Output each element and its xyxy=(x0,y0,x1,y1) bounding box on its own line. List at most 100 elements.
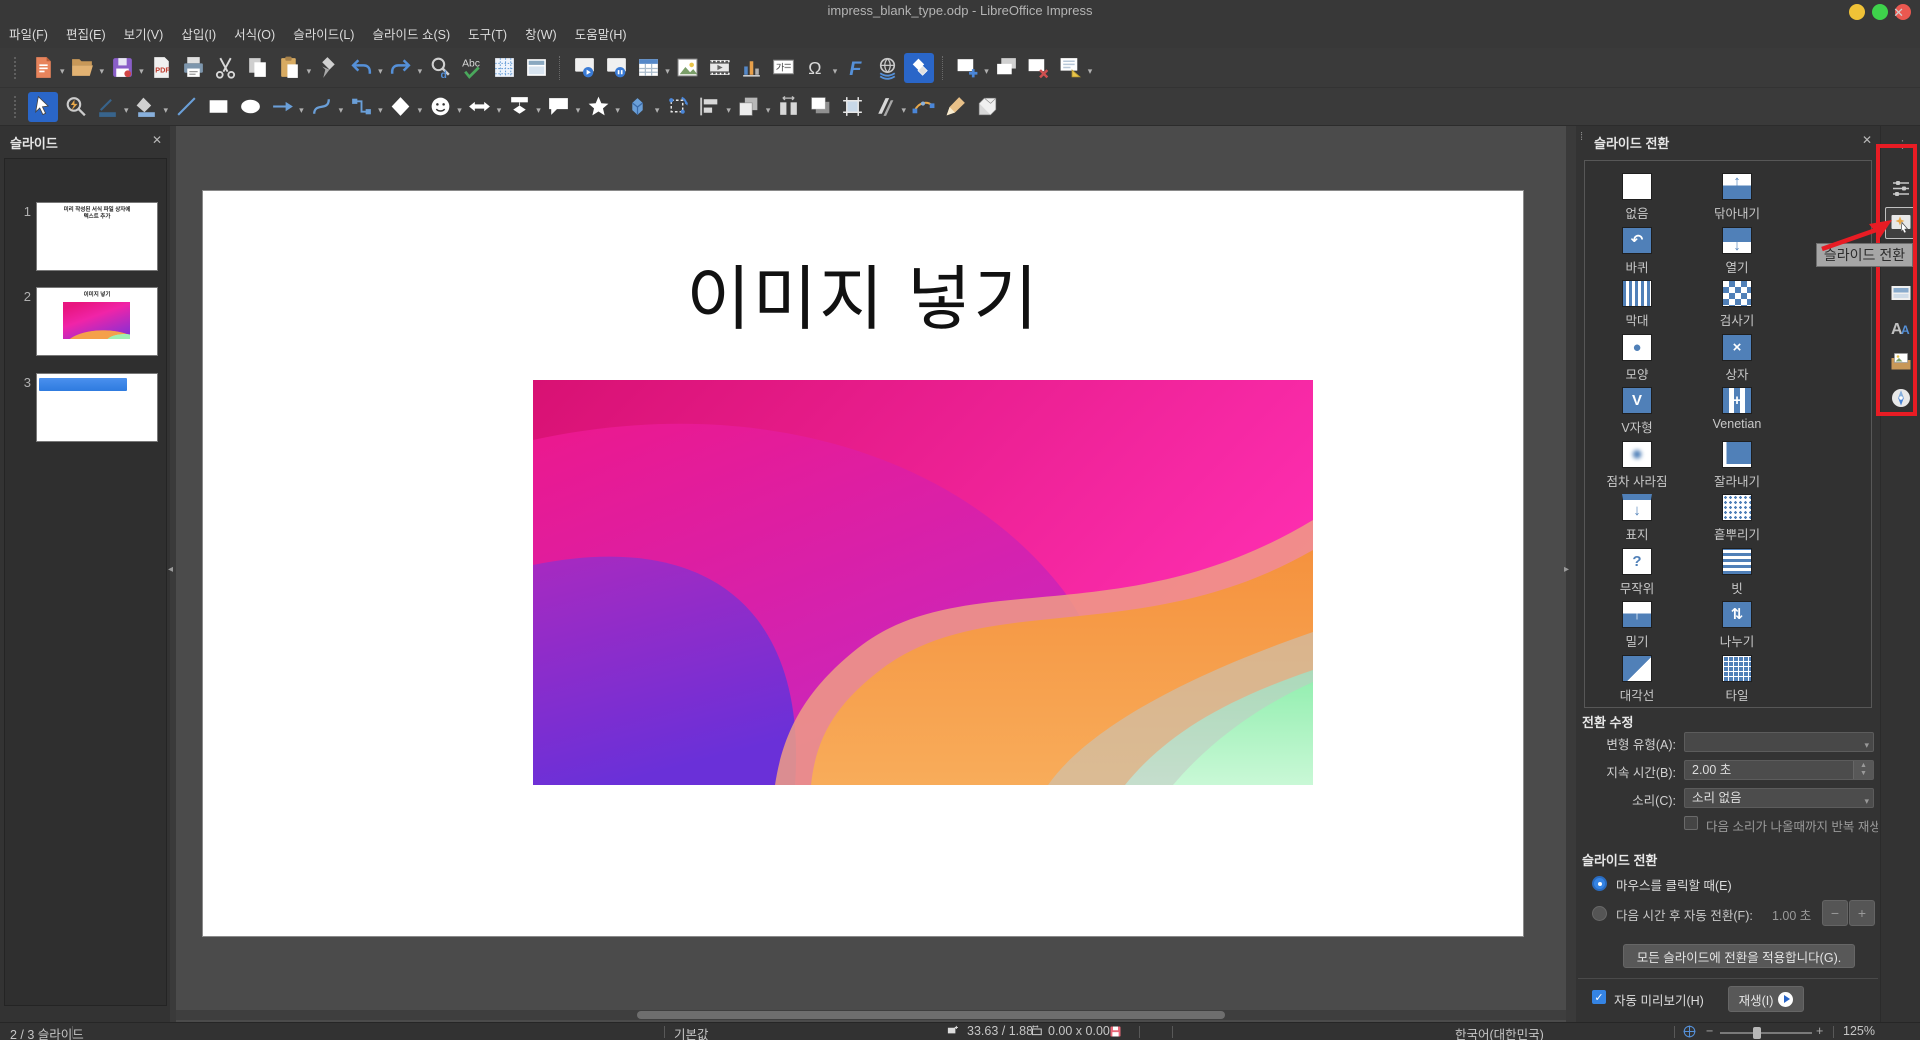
save-dropdown-icon[interactable]: ▾ xyxy=(139,66,144,77)
special-character-dropdown-icon[interactable]: ▾ xyxy=(833,66,838,77)
curves-polygons-dropdown-icon[interactable]: ▾ xyxy=(339,105,344,116)
basic-shapes-dropdown-icon[interactable]: ▾ xyxy=(418,105,423,116)
ellipse-button[interactable] xyxy=(235,92,265,122)
shadow-button[interactable] xyxy=(805,92,835,122)
select-button[interactable] xyxy=(28,91,58,122)
sidebar-tab-gallery[interactable] xyxy=(1889,350,1913,374)
transition-dissolve[interactable]: 흩뿌리기 xyxy=(1687,494,1787,548)
lines-arrows-dropdown-icon[interactable]: ▾ xyxy=(299,105,304,116)
sidebar-tab-navigator[interactable] xyxy=(1889,386,1913,410)
transition-shape[interactable]: ● 모양 xyxy=(1587,333,1687,388)
menu-help[interactable]: 도움말(H) xyxy=(566,22,636,48)
open-button[interactable] xyxy=(68,53,98,83)
panel-grip-icon[interactable]: ⁞ xyxy=(1580,131,1583,143)
delete-slide-button[interactable] xyxy=(1024,53,1054,83)
arrange-button[interactable] xyxy=(734,92,764,122)
menu-slide[interactable]: 슬라이드(L) xyxy=(284,22,363,48)
transition-wipe[interactable]: ↑ 닦아내기 xyxy=(1687,173,1787,227)
menu-format[interactable]: 서식(O) xyxy=(225,22,284,48)
export-pdf-button[interactable]: PDF xyxy=(147,53,177,83)
apply-to-all-slides-button[interactable]: 모든 슬라이드에 전환을 적용합니다(G). xyxy=(1623,944,1855,968)
glue-points-button[interactable] xyxy=(941,92,971,122)
zoom-pan-button[interactable] xyxy=(60,92,90,122)
insert-text-box-button[interactable]: 가 xyxy=(769,53,799,83)
window-minimize-button[interactable] xyxy=(1849,4,1865,20)
block-arrows-dropdown-icon[interactable]: ▾ xyxy=(497,105,502,116)
transition-split[interactable]: ⇅ 나누기 xyxy=(1687,601,1787,655)
cut-button[interactable] xyxy=(211,53,241,83)
copy-button[interactable] xyxy=(243,53,273,83)
menu-window[interactable]: 창(W) xyxy=(516,22,566,48)
collapse-left-icon[interactable]: ◂ xyxy=(168,564,173,575)
rectangle-button[interactable] xyxy=(203,92,233,122)
rotate-button[interactable] xyxy=(662,92,692,122)
redo-dropdown-icon[interactable]: ▾ xyxy=(418,66,423,77)
slide-thumbnail-1[interactable]: 미리 작성된 서식 파일 상자에 텍스트 추가 xyxy=(36,202,158,271)
duration-spinbox[interactable]: 2.00 초 ▲ ▼ xyxy=(1684,760,1874,780)
insert-table-dropdown-icon[interactable]: ▾ xyxy=(665,66,670,77)
on-mouse-click-radio[interactable] xyxy=(1592,876,1607,891)
line-color-button[interactable] xyxy=(92,92,122,122)
fontwork-button[interactable]: F xyxy=(840,53,870,83)
find-replace-button[interactable]: d xyxy=(425,53,455,83)
special-character-button[interactable]: Ω xyxy=(801,53,831,83)
zoom-slider-track[interactable] xyxy=(1720,1032,1812,1034)
display-views-button[interactable] xyxy=(521,53,551,83)
start-from-current-slide-button[interactable] xyxy=(601,53,631,83)
auto-advance-radio[interactable] xyxy=(1592,906,1607,921)
insert-media-button[interactable] xyxy=(705,53,735,83)
transition-venetian[interactable]: + Venetian xyxy=(1687,387,1787,441)
insert-image-button[interactable] xyxy=(673,53,703,83)
slide-thumbnail-3[interactable] xyxy=(36,373,158,442)
align-objects-button[interactable] xyxy=(694,92,724,122)
image-filter-dropdown-icon[interactable]: ▾ xyxy=(901,105,906,116)
insert-table-button[interactable] xyxy=(633,53,663,83)
connectors-dropdown-icon[interactable]: ▾ xyxy=(378,105,383,116)
right-splitter[interactable]: ▸ xyxy=(1564,126,1576,1022)
current-slide[interactable]: 이미지 넣기 xyxy=(202,190,1524,937)
callouts-button[interactable] xyxy=(544,92,574,122)
undo-dropdown-icon[interactable]: ▾ xyxy=(378,66,383,77)
line-color-dropdown-icon[interactable]: ▾ xyxy=(124,105,129,116)
redo-button[interactable] xyxy=(386,53,416,83)
zoom-out-button[interactable]: − xyxy=(1706,1024,1713,1038)
transition-checkers[interactable]: 검사기 xyxy=(1687,280,1787,334)
slide-thumbnail-2[interactable]: 이미지 넣기 xyxy=(36,287,158,356)
transition-random[interactable]: ? 무작위 xyxy=(1587,547,1687,602)
sidebar-tab-slide-transition[interactable] xyxy=(1885,207,1917,239)
slide-image[interactable] xyxy=(533,380,1313,785)
transition-panel-close-icon[interactable]: ✕ xyxy=(1862,133,1872,147)
transition-tiles[interactable]: 타일 xyxy=(1687,654,1787,709)
template-name-status[interactable]: 기본값 xyxy=(674,1024,709,1040)
fit-slide-icon[interactable] xyxy=(1682,1024,1697,1039)
new-document-button[interactable] xyxy=(28,53,58,83)
new-slide-dropdown-icon[interactable]: ▾ xyxy=(984,66,989,77)
menu-file[interactable]: 파일(F) xyxy=(0,22,57,48)
undo-button[interactable] xyxy=(346,53,376,83)
sidebar-tab-master-slides[interactable] xyxy=(1889,281,1913,305)
transition-bars[interactable]: 막대 xyxy=(1587,280,1687,334)
symbol-shapes-dropdown-icon[interactable]: ▾ xyxy=(457,105,462,116)
transition-box[interactable]: × 상자 xyxy=(1687,333,1787,388)
auto-advance-minus-button[interactable]: − xyxy=(1822,900,1848,926)
distribute-button[interactable] xyxy=(773,92,803,122)
slides-panel-close-icon[interactable]: ✕ xyxy=(152,133,162,147)
stars-banners-dropdown-icon[interactable]: ▾ xyxy=(615,105,620,116)
menu-slideshow[interactable]: 슬라이드 쇼(S) xyxy=(363,22,459,48)
menu-insert[interactable]: 삽입(I) xyxy=(172,22,225,48)
slide-layout-dropdown-icon[interactable]: ▾ xyxy=(1088,66,1093,77)
menu-tools[interactable]: 도구(T) xyxy=(459,22,516,48)
block-arrows-button[interactable] xyxy=(465,92,495,122)
start-from-first-slide-button[interactable] xyxy=(569,53,599,83)
display-grid-button[interactable] xyxy=(489,53,519,83)
print-directly-button[interactable] xyxy=(179,53,209,83)
paste-dropdown-icon[interactable]: ▾ xyxy=(307,66,312,77)
shapes-button[interactable] xyxy=(904,52,935,83)
horizontal-scrollbar-thumb[interactable] xyxy=(637,1011,1225,1019)
auto-advance-plus-button[interactable]: + xyxy=(1849,900,1875,926)
insert-chart-button[interactable] xyxy=(737,53,767,83)
symbol-shapes-button[interactable] xyxy=(425,92,455,122)
transition-wedge[interactable]: V V자형 xyxy=(1587,387,1687,441)
flowchart-dropdown-icon[interactable]: ▾ xyxy=(536,105,541,116)
stars-banners-button[interactable] xyxy=(583,92,613,122)
